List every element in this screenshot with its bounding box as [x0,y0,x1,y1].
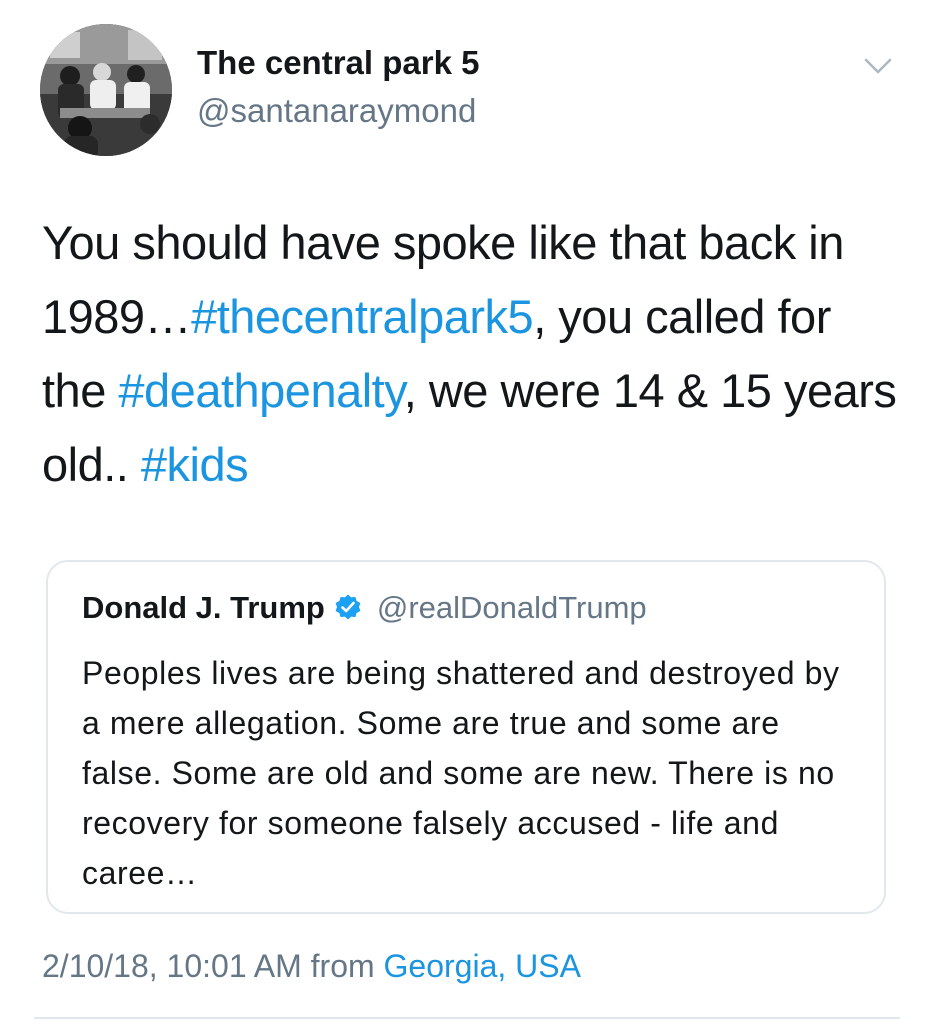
hashtag-link[interactable]: #kids [141,438,249,491]
verified-badge-icon [333,593,363,623]
timestamp[interactable]: 2/10/18, 10:01 AM [42,948,302,984]
tweet-menu-button[interactable] [856,50,900,84]
quoted-tweet-text: Peoples lives are being shattered and de… [82,655,840,891]
hashtag-link[interactable]: #deathpenalty [118,364,404,417]
quoted-tweet-header: Donald J. Trump @realDonaldTrump [82,590,647,626]
divider [34,1017,900,1019]
avatar[interactable] [40,24,172,156]
quoted-author-handle: @realDonaldTrump [376,590,647,625]
tweet-text: You should have spoke like that back in … [42,206,902,502]
chevron-down-icon [864,58,892,74]
tweet-metadata: 2/10/18, 10:01 AM from Georgia, USA [42,948,581,985]
from-label: from [310,948,375,984]
quoted-author-name: Donald J. Trump [82,590,325,625]
author-handle[interactable]: @santanaraymond [197,92,476,130]
quoted-tweet-card[interactable]: Donald J. Trump @realDonaldTrump Peoples… [46,560,886,914]
hashtag-link[interactable]: #thecentralpark5 [191,290,534,343]
group-photo-avatar [40,24,172,156]
author-display-name[interactable]: The central park 5 [197,44,479,82]
location-link[interactable]: Georgia, USA [384,948,581,984]
